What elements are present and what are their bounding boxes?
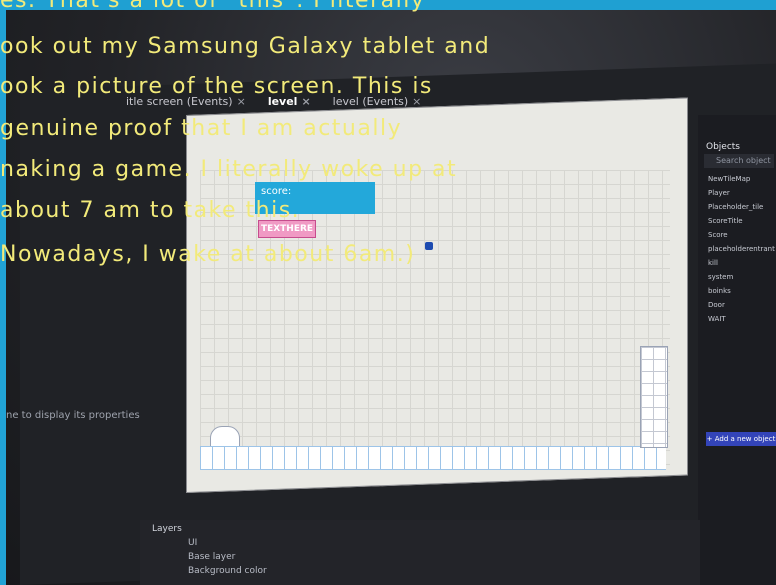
object-item[interactable]: Score xyxy=(708,228,776,242)
caption-line: naking a game. I literally woke up at xyxy=(0,157,458,182)
tile-floor[interactable] xyxy=(200,446,666,470)
object-item[interactable]: WAIT xyxy=(708,312,776,326)
caption-line: ook out my Samsung Galaxy tablet and xyxy=(0,34,491,59)
caption-line: about 7 am to take this. xyxy=(0,198,301,223)
caption-line: genuine proof that I am actually xyxy=(0,116,403,141)
tile-column[interactable] xyxy=(640,346,668,448)
layer-background-color[interactable]: Background color xyxy=(188,566,267,576)
object-item[interactable]: kill xyxy=(708,256,776,270)
layer-base[interactable]: Base layer xyxy=(188,552,235,562)
object-item[interactable]: boinks xyxy=(708,284,776,298)
object-item[interactable]: ScoreTitle xyxy=(708,214,776,228)
score-label: score: xyxy=(261,186,292,197)
caption-line: Nowadays, I wake at about 6am.) xyxy=(0,242,416,267)
object-item[interactable]: system xyxy=(708,270,776,284)
objects-title: Objects xyxy=(706,142,741,152)
object-item[interactable]: Player xyxy=(708,186,776,200)
object-item[interactable]: placeholderentrant xyxy=(708,242,776,256)
object-item[interactable]: NewTileMap xyxy=(708,172,776,186)
layers-title: Layers xyxy=(152,524,182,534)
caption-line: es. That's a lot of "this". I literally xyxy=(0,0,426,13)
objects-list: NewTileMap Player Placeholder_tile Score… xyxy=(708,172,776,326)
photo-stage: itle screen (Events) × level × level (Even… xyxy=(0,0,776,585)
object-item[interactable]: Door xyxy=(708,298,776,312)
caption-line: ook a picture of the screen. This is xyxy=(0,74,433,99)
player-sprite[interactable] xyxy=(425,242,433,250)
layer-ui[interactable]: UI xyxy=(188,538,197,548)
objects-search-input[interactable]: Search object xyxy=(704,154,774,168)
object-item[interactable]: Placeholder_tile xyxy=(708,200,776,214)
add-object-button[interactable]: + Add a new object xyxy=(706,432,776,446)
properties-hint: ne to display its properties xyxy=(6,410,140,421)
